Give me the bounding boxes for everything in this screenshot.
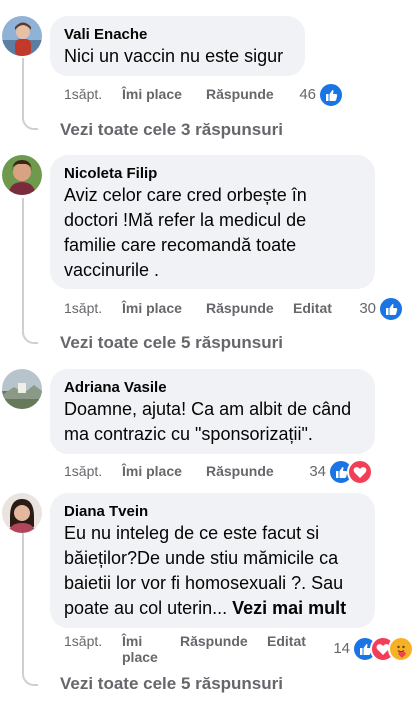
- like-button[interactable]: Îmi place: [122, 633, 158, 665]
- thread-line: [22, 118, 38, 130]
- thread-line: [22, 330, 38, 344]
- avatar[interactable]: [2, 16, 42, 56]
- reaction-count[interactable]: 34: [298, 463, 326, 481]
- comment-text-line: Doamne, ajuta! Ca am albit de când: [64, 399, 352, 419]
- comment-text-line: Eu nu inteleg de ce este facut si: [64, 523, 320, 543]
- thread-line: [22, 58, 24, 120]
- comment-author[interactable]: Vali Enache: [64, 25, 291, 44]
- thread-line: [22, 533, 24, 675]
- like-button[interactable]: Îmi place: [122, 86, 182, 102]
- comment-time[interactable]: 1săpt.: [64, 86, 102, 103]
- comment-text-line: băieților?De unde stiu mămicile ca: [64, 548, 339, 568]
- comment-author[interactable]: Diana Tvein: [64, 502, 361, 521]
- like-label-line: Îmi: [122, 633, 143, 649]
- comment-time[interactable]: 1săpt.: [64, 463, 102, 480]
- comment-text-line: baietii lor vor fi homosexuali ?. Sau: [64, 573, 344, 593]
- comment-time[interactable]: 1săpt.: [64, 300, 102, 317]
- like-button[interactable]: Îmi place: [122, 300, 182, 316]
- see-more-link[interactable]: Vezi mai mult: [232, 598, 346, 618]
- comment-bubble: Adriana Vasile Doamne, ajuta! Ca am albi…: [50, 369, 375, 454]
- comment-bubble: Diana Tvein Eu nu inteleg de ce este fac…: [50, 493, 375, 628]
- thread-line: [22, 672, 38, 686]
- comment-text-line: doctori !Mă refer la medicul de: [64, 210, 307, 230]
- reaction-count[interactable]: 30: [348, 300, 376, 318]
- like-reaction-icon: [318, 82, 344, 108]
- like-reaction-icon: [378, 296, 404, 322]
- see-replies-link[interactable]: Vezi toate cele 5 răspunsuri: [60, 674, 283, 694]
- comment-text-line: familie care recomandă toate: [64, 235, 297, 255]
- see-replies-link[interactable]: Vezi toate cele 5 răspunsuri: [60, 333, 283, 353]
- reaction-count[interactable]: 14: [322, 640, 350, 658]
- like-label-line: place: [122, 649, 158, 665]
- comment-bubble: Nicoleta Filip Aviz celor care cred orbe…: [50, 155, 375, 289]
- thread-line: [22, 198, 24, 334]
- avatar[interactable]: [2, 155, 42, 195]
- reply-button[interactable]: Răspunde: [206, 463, 274, 479]
- reaction-count[interactable]: 46: [288, 86, 316, 104]
- comment-bubble: Vali Enache Nici un vaccin nu este sigur: [50, 16, 305, 76]
- comment-text-line: poate au col uterin... Vezi mai mult: [64, 596, 361, 621]
- avatar[interactable]: [2, 369, 42, 409]
- comment-text-line: vaccinurile .: [64, 260, 160, 280]
- comment-time[interactable]: 1săpt.: [64, 633, 102, 650]
- comment-text-line: ma contrazic cu "sponsorizații".: [64, 424, 313, 444]
- like-button[interactable]: Îmi place: [122, 463, 182, 479]
- reply-button[interactable]: Răspunde: [180, 633, 248, 649]
- reply-button[interactable]: Răspunde: [206, 86, 274, 102]
- avatar[interactable]: [2, 493, 42, 533]
- love-reaction-icon: [347, 459, 373, 485]
- edited-label[interactable]: Editat: [293, 300, 332, 316]
- comment-text: Nici un vaccin nu este sigur: [64, 46, 284, 66]
- comment-author[interactable]: Nicoleta Filip: [64, 164, 361, 183]
- comment-text-line: Aviz celor care cred orbește în: [64, 185, 307, 205]
- see-replies-link[interactable]: Vezi toate cele 3 răspunsuri: [60, 120, 283, 140]
- comment-author[interactable]: Adriana Vasile: [64, 378, 361, 397]
- comment-text-tail: poate au col uterin...: [64, 598, 228, 618]
- edited-label[interactable]: Editat: [267, 633, 306, 649]
- reply-button[interactable]: Răspunde: [206, 300, 274, 316]
- care-reaction-icon: [388, 636, 414, 662]
